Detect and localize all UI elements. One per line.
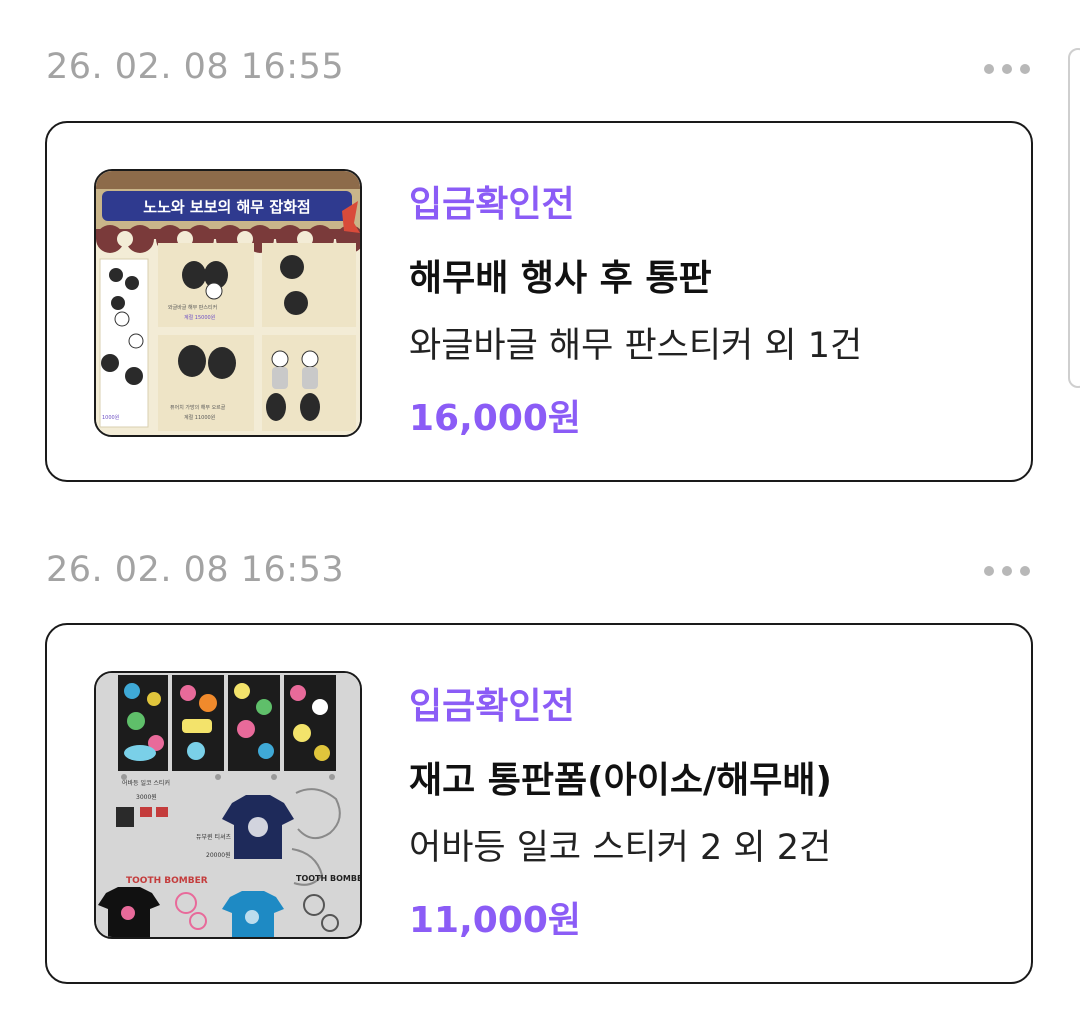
order-title: 재고 통판폼(아이소/해무배) — [409, 760, 832, 801]
thumbnail-label: 1000원 — [102, 414, 120, 421]
product-thumbnail: 노노와 보보의 해무 잡화점 와글바글 해무 판스티커 계절 15000원 퓨어… — [94, 169, 362, 437]
order-date: 26. 02. 08 16:53 — [46, 550, 345, 590]
order-status: 입금확인전 — [409, 686, 575, 727]
dot — [984, 64, 994, 74]
dot — [1002, 64, 1012, 74]
thumbnail-label: TOOTH BOMBER — [126, 876, 208, 886]
more-options-icon[interactable] — [984, 564, 1030, 578]
scrollbar[interactable] — [1068, 48, 1080, 388]
thumbnail-label: TOOTH BOMBER — [296, 874, 360, 883]
order-title: 해무배 행사 후 통판 — [409, 258, 712, 299]
dot — [984, 566, 994, 576]
order-status: 입금확인전 — [409, 184, 575, 225]
thumbnail-banner: 노노와 보보의 해무 잡화점 — [143, 198, 310, 216]
thumbnail-label: 퓨어치 가방의 해무 오르골 — [170, 404, 226, 411]
dot — [1002, 566, 1012, 576]
order-card[interactable]: 어바등 일코 스티커 3000원 듀부퀸 티셔츠 20000원 TOOTH BO… — [45, 623, 1033, 984]
order-card[interactable]: 노노와 보보의 해무 잡화점 와글바글 해무 판스티커 계절 15000원 퓨어… — [45, 121, 1033, 482]
dot — [1020, 64, 1030, 74]
thumbnail-label: 계절 11000원 — [184, 414, 216, 421]
thumbnail-label: 20000원 — [206, 851, 231, 859]
order-date: 26. 02. 08 16:55 — [46, 47, 345, 87]
thumbnail-label: 와글바글 해무 판스티커 — [168, 304, 217, 311]
order-items: 와글바글 해무 판스티커 외 1건 — [409, 326, 863, 366]
order-price: 11,000원 — [409, 900, 582, 941]
thumbnail-label: 계절 15000원 — [184, 314, 216, 321]
thumbnail-label: 어바등 일코 스티커 — [122, 779, 170, 787]
more-options-icon[interactable] — [984, 62, 1030, 76]
thumbnail-label: 3000원 — [136, 793, 157, 801]
order-items: 어바등 일코 스티커 2 외 2건 — [409, 828, 832, 868]
order-history-page: 26. 02. 08 16:55 노노와 보보의 해무 잡화점 와글바글 해무 … — [0, 0, 1080, 1036]
product-thumbnail: 어바등 일코 스티커 3000원 듀부퀸 티셔츠 20000원 TOOTH BO… — [94, 671, 362, 939]
dot — [1020, 566, 1030, 576]
thumbnail-label: 듀부퀸 티셔츠 — [196, 833, 232, 841]
order-price: 16,000원 — [409, 398, 582, 439]
